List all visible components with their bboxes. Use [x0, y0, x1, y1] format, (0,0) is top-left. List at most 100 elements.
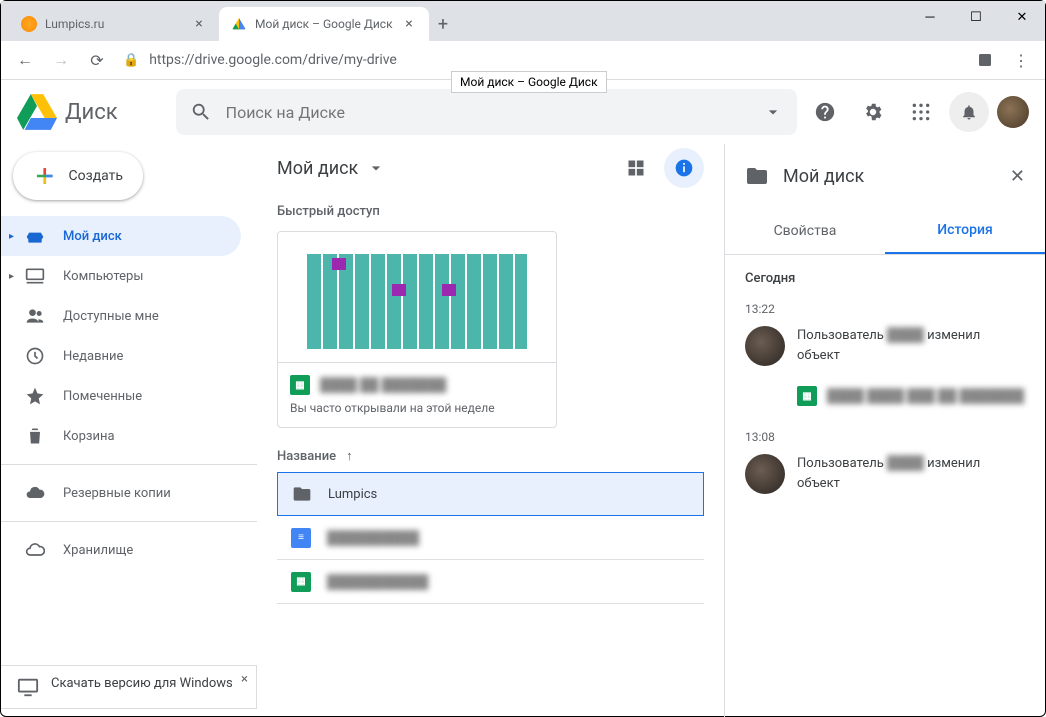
sidebar-item-label: Доступные мне — [63, 309, 159, 324]
file-row-doc[interactable]: ≡ ██████████ — [277, 516, 704, 560]
user-avatar-icon — [745, 326, 785, 366]
chevron-down-icon — [366, 158, 386, 178]
new-tab-button[interactable]: + — [429, 10, 457, 38]
close-icon[interactable]: × — [191, 16, 207, 32]
history-time: 13:22 — [745, 302, 1025, 316]
sheets-icon: ▦ — [291, 572, 311, 592]
shared-icon — [25, 306, 45, 326]
sidebar-item-label: Компьютеры — [63, 269, 143, 284]
sidebar-item-mydrive[interactable]: ▸ Мой диск — [1, 216, 241, 256]
chevron-right-icon: ▸ — [9, 231, 14, 242]
search-box[interactable] — [176, 89, 797, 135]
minimize-button[interactable]: ─ — [907, 1, 953, 33]
sidebar-item-label: Хранилище — [63, 543, 133, 558]
storage-icon — [25, 540, 45, 560]
browser-menu-button[interactable]: ⋮ — [1005, 44, 1037, 76]
close-icon[interactable]: × — [401, 16, 417, 32]
url-input[interactable] — [143, 46, 965, 74]
info-button[interactable] — [664, 148, 704, 188]
favicon-icon — [21, 16, 37, 32]
download-banner[interactable]: Скачать версию для Windows × — [1, 665, 257, 709]
tab-properties[interactable]: Свойства — [725, 208, 885, 254]
notifications-button[interactable] — [949, 92, 989, 132]
tab-title: Мой диск – Google Диск — [255, 17, 393, 31]
favicon-icon — [231, 16, 247, 32]
plus-icon — [33, 164, 57, 188]
forward-button[interactable]: → — [45, 44, 77, 76]
sidebar-item-label: Корзина — [63, 429, 115, 444]
file-row-sheet[interactable]: ▦ ███████████ — [277, 560, 704, 604]
sidebar: Создать ▸ Мой диск ▸ Компьютеры Доступны… — [1, 144, 257, 717]
quick-file-name: ████ ██ ███████ — [320, 377, 446, 393]
window-controls: ─ ☐ ✕ — [907, 1, 1045, 33]
sidebar-item-computers[interactable]: ▸ Компьютеры — [1, 256, 241, 296]
browser-titlebar: Lumpics.ru × Мой диск – Google Диск × + … — [1, 1, 1045, 41]
monitor-icon — [17, 676, 39, 698]
extension-icon[interactable] — [969, 44, 1001, 76]
quick-access-card[interactable]: ▦ ████ ██ ███████ Вы часто открывали на … — [277, 231, 557, 428]
drive-icon — [25, 226, 45, 246]
sidebar-item-recent[interactable]: Недавние — [1, 336, 241, 376]
back-button[interactable]: ← — [9, 44, 41, 76]
maximize-button[interactable]: ☐ — [953, 1, 999, 33]
history-entry: Пользователь ████ изменил объект — [745, 454, 1025, 494]
sidebar-item-label: Помеченные — [63, 389, 142, 404]
docs-icon: ≡ — [291, 528, 311, 548]
download-banner-text: Скачать версию для Windows — [51, 676, 233, 691]
reload-button[interactable]: ⟳ — [81, 44, 113, 76]
search-icon — [190, 101, 212, 123]
sidebar-item-storage[interactable]: Хранилище — [1, 530, 241, 570]
file-name: Lumpics — [328, 487, 377, 502]
help-button[interactable] — [805, 92, 845, 132]
create-button[interactable]: Создать — [13, 152, 143, 200]
quick-access-label: Быстрый доступ — [277, 204, 704, 219]
arrow-up-icon: ↑ — [346, 448, 353, 464]
create-label: Создать — [69, 168, 124, 184]
details-title: Мой диск — [783, 166, 864, 187]
file-name: ██████████ — [327, 530, 419, 546]
sidebar-item-label: Мой диск — [63, 229, 122, 244]
history-entry: Пользователь ████ изменил объект — [745, 326, 1025, 366]
file-thumbnail — [278, 232, 556, 362]
recent-icon — [25, 346, 45, 366]
files-area: Мой диск Быстрый доступ — [257, 144, 725, 717]
sidebar-item-shared[interactable]: Доступные мне — [1, 296, 241, 336]
sheets-icon: ▦ — [290, 375, 310, 395]
user-avatar[interactable] — [997, 96, 1029, 128]
app-name: Диск — [65, 100, 118, 125]
search-input[interactable] — [226, 103, 749, 122]
path-label: Мой диск — [277, 158, 358, 179]
chevron-right-icon: ▸ — [9, 271, 14, 282]
sidebar-item-trash[interactable]: Корзина — [1, 416, 241, 456]
sidebar-item-backups[interactable]: Резервные копии — [1, 473, 241, 513]
folder-icon — [745, 164, 769, 188]
history-file-ref[interactable]: ▦ ████ ████ ███ ██ ███████ — [797, 386, 1025, 406]
trash-icon — [25, 426, 45, 446]
sheets-icon: ▦ — [797, 386, 817, 406]
grid-view-button[interactable] — [616, 148, 656, 188]
history-day-label: Сегодня — [745, 271, 1025, 286]
history-time: 13:08 — [745, 430, 1025, 444]
lock-icon[interactable]: 🔒 — [123, 53, 139, 68]
user-avatar-icon — [745, 454, 785, 494]
close-window-button[interactable]: ✕ — [999, 1, 1045, 33]
close-panel-button[interactable]: ✕ — [1010, 166, 1025, 187]
apps-button[interactable] — [901, 92, 941, 132]
sidebar-item-label: Резервные копии — [63, 486, 171, 501]
quick-subtitle: Вы часто открывали на этой неделе — [290, 401, 544, 415]
settings-button[interactable] — [853, 92, 893, 132]
tab-title: Lumpics.ru — [45, 17, 104, 31]
name-column-header[interactable]: Название ↑ — [277, 448, 704, 464]
details-panel: Мой диск ✕ Свойства История Сегодня 13:2… — [725, 144, 1045, 717]
page-tooltip: Мой диск – Google Диск — [451, 71, 607, 93]
drive-logo[interactable]: Диск — [17, 92, 118, 132]
path-bar: Мой диск — [257, 144, 724, 192]
search-dropdown-icon[interactable] — [763, 102, 783, 122]
browser-tab-active[interactable]: Мой диск – Google Диск × — [219, 7, 429, 41]
browser-tab[interactable]: Lumpics.ru × — [9, 7, 219, 41]
file-row-folder[interactable]: Lumpics — [277, 472, 704, 516]
sidebar-item-starred[interactable]: Помеченные — [1, 376, 241, 416]
tab-history[interactable]: История — [885, 208, 1045, 254]
breadcrumb[interactable]: Мой диск — [277, 158, 386, 179]
close-icon[interactable]: × — [241, 672, 248, 687]
